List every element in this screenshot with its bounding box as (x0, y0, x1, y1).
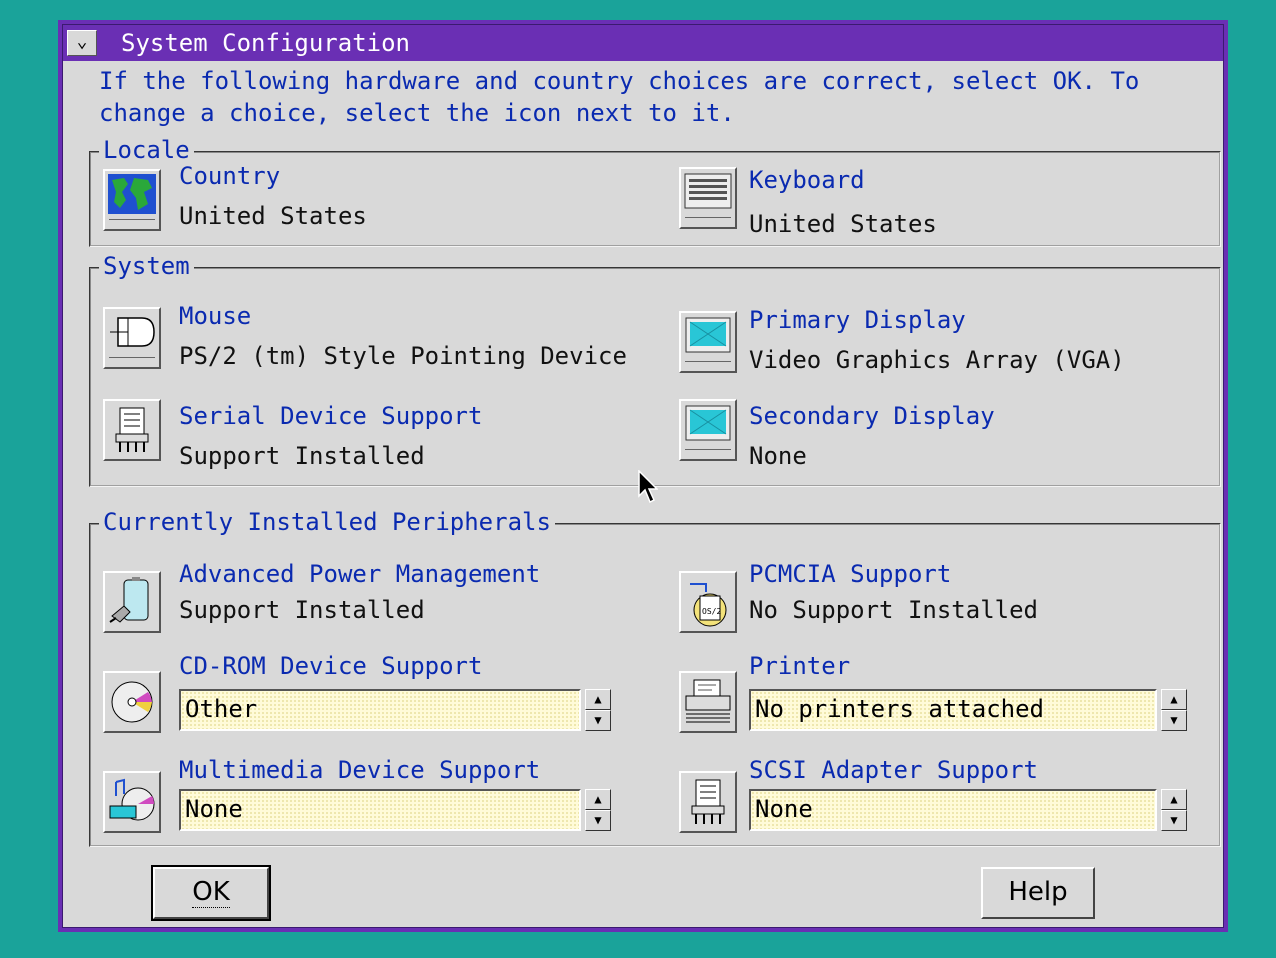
multimedia-icon[interactable] (103, 771, 161, 833)
pcmcia-card-icon[interactable]: OS/2 (679, 571, 737, 633)
multimedia-label: Multimedia Device Support (179, 756, 541, 784)
ok-button[interactable]: OK (151, 865, 271, 921)
secondary-display-monitor-icon[interactable] (679, 399, 737, 461)
system-menu-button[interactable]: ⌄ (67, 30, 97, 56)
system-group-title: System (99, 250, 194, 282)
peripherals-group-title: Currently Installed Peripherals (99, 506, 555, 538)
keyboard-value: United States (749, 210, 937, 238)
keyboard-label: Keyboard (749, 166, 865, 194)
primary-display-value: Video Graphics Array (VGA) (749, 346, 1125, 374)
mouse-value: PS/2 (tm) Style Pointing Device (179, 342, 627, 370)
cdrom-spinner[interactable]: ▲ ▼ (585, 689, 611, 731)
apm-label: Advanced Power Management (179, 560, 541, 588)
title-bar[interactable]: ⌄ System Configuration (63, 25, 1223, 61)
scsi-connector-icon[interactable] (679, 771, 737, 833)
intro-text: If the following hardware and country ch… (99, 67, 1140, 127)
pcmcia-value: No Support Installed (749, 596, 1038, 624)
help-button[interactable]: Help (981, 867, 1095, 919)
multimedia-spinner[interactable]: ▲ ▼ (585, 789, 611, 831)
mouse-icon[interactable] (103, 307, 161, 369)
scsi-label: SCSI Adapter Support (749, 756, 1038, 784)
keyboard-icon[interactable] (679, 167, 737, 229)
mouse-label: Mouse (179, 302, 252, 330)
cdrom-select[interactable]: Other (179, 689, 581, 731)
multimedia-spin-up-icon[interactable]: ▲ (585, 789, 611, 810)
serial-label: Serial Device Support (179, 402, 483, 430)
scsi-spinner[interactable]: ▲ ▼ (1161, 789, 1187, 831)
scsi-spin-up-icon[interactable]: ▲ (1161, 789, 1187, 810)
help-button-label: Help (1008, 877, 1068, 907)
serial-connector-icon[interactable] (103, 399, 161, 461)
scsi-spin-down-icon[interactable]: ▼ (1161, 810, 1187, 831)
country-value: United States (179, 202, 367, 230)
country-label: Country (179, 162, 281, 190)
printer-select[interactable]: No printers attached (749, 689, 1157, 731)
cdrom-spin-up-icon[interactable]: ▲ (585, 689, 611, 710)
scsi-select[interactable]: None (749, 789, 1157, 831)
svg-text:OS/2: OS/2 (702, 607, 721, 616)
locale-group: Locale Country United States Keyboard Un… (89, 134, 1221, 247)
apm-value: Support Installed (179, 596, 425, 624)
cdrom-label: CD-ROM Device Support (179, 652, 483, 680)
globe-icon[interactable] (103, 169, 161, 231)
ok-button-label: OK (192, 877, 230, 908)
secondary-display-value: None (749, 442, 807, 470)
cd-icon[interactable] (103, 671, 161, 733)
printer-spin-down-icon[interactable]: ▼ (1161, 710, 1187, 731)
printer-spinner[interactable]: ▲ ▼ (1161, 689, 1187, 731)
system-group: System Mouse PS/2 (tm) Style Pointing De… (89, 250, 1221, 487)
printer-spin-up-icon[interactable]: ▲ (1161, 689, 1187, 710)
cdrom-spin-down-icon[interactable]: ▼ (585, 710, 611, 731)
printer-icon[interactable] (679, 671, 737, 733)
peripherals-group: Currently Installed Peripherals Advanced… (89, 506, 1221, 847)
window-title: System Configuration (121, 29, 410, 57)
battery-plug-icon[interactable] (103, 571, 161, 633)
serial-value: Support Installed (179, 442, 425, 470)
multimedia-spin-down-icon[interactable]: ▼ (585, 810, 611, 831)
primary-display-monitor-icon[interactable] (679, 311, 737, 373)
printer-label: Printer (749, 652, 851, 680)
secondary-display-label: Secondary Display (749, 402, 995, 430)
pcmcia-label: PCMCIA Support (749, 560, 952, 588)
primary-display-label: Primary Display (749, 306, 966, 334)
mouse-pointer-icon (638, 470, 658, 504)
multimedia-select[interactable]: None (179, 789, 581, 831)
